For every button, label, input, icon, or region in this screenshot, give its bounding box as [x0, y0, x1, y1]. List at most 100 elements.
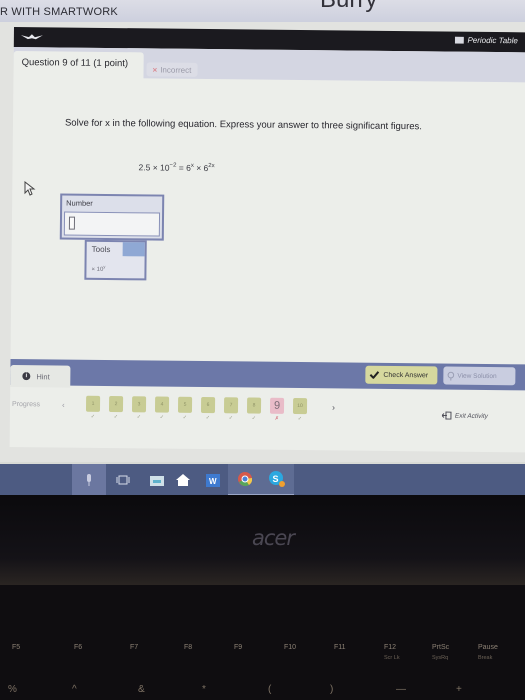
- activity-panel: Question 9 of 11 (1 point) × Incorrect P…: [9, 27, 525, 453]
- eq-exp10: −2: [169, 162, 177, 169]
- taskbar-microphone[interactable]: [72, 464, 106, 495]
- key-label: F8: [184, 644, 193, 651]
- correct-check-icon: ✓: [113, 414, 119, 421]
- page-number: 3: [137, 401, 141, 408]
- page-list: 1 ✓ 2 ✓ 3 ✓ 4 ✓ 5 ✓ 6 ✓ 7 ✓ 8 ✓ 9 ✗ 10 ✓: [85, 395, 308, 422]
- x10-label: × 10: [91, 266, 104, 273]
- text-caret: [68, 216, 76, 230]
- periodic-table-button[interactable]: Periodic Table: [454, 35, 518, 46]
- view-solution-button[interactable]: View Solution: [443, 366, 516, 386]
- lightbulb-icon: [447, 371, 455, 381]
- key-label: F11: [334, 644, 346, 651]
- key-f10: F10: [284, 644, 296, 651]
- key-label: F10: [284, 644, 297, 651]
- page-number: 5: [183, 401, 187, 408]
- file-explorer-icon: [150, 475, 164, 486]
- eq-exp-a: x: [190, 162, 194, 169]
- key-label: F9: [234, 644, 243, 651]
- answer-label: Number: [66, 198, 93, 208]
- incorrect-mark-icon: ✗: [274, 415, 280, 422]
- progress-page-4[interactable]: 4 ✓: [154, 396, 170, 421]
- progress-page-3[interactable]: 3 ✓: [131, 396, 147, 420]
- taskbar-chrome[interactable]: [228, 464, 262, 495]
- question-bar: Question 9 of 11 (1 point) × Incorrect: [13, 46, 525, 83]
- progress-page-10[interactable]: 10 ✓: [292, 397, 308, 422]
- info-icon: i: [22, 372, 31, 381]
- key-label: F6: [74, 644, 83, 651]
- microphone-icon: [87, 474, 91, 486]
- progress-page-8[interactable]: 8 ✓: [246, 397, 262, 422]
- page-number: 6: [206, 402, 210, 409]
- svg-text:S: S: [273, 474, 279, 484]
- hint-label: Hint: [36, 371, 50, 381]
- skype-icon: S: [269, 471, 285, 487]
- hint-button[interactable]: i Hint: [10, 364, 71, 388]
- key-symbol: ): [330, 684, 334, 695]
- next-page-button[interactable]: ›: [332, 402, 335, 412]
- exit-activity-button[interactable]: Exit Activity: [441, 411, 488, 420]
- key-label: Pause: [478, 644, 498, 651]
- eq-times: ×: [152, 162, 158, 173]
- key-symbol: %: [8, 684, 17, 695]
- key-f11: F11: [334, 644, 346, 651]
- check-answer-button[interactable]: Check Answer: [365, 365, 438, 385]
- taskbar-home[interactable]: [166, 464, 200, 495]
- site-header: R WITH SMARTWORK Burry: [0, 0, 525, 22]
- correct-check-icon: ✓: [228, 415, 234, 422]
- taskbar-skype[interactable]: S: [260, 464, 294, 495]
- view-solution-label: View Solution: [457, 372, 497, 380]
- home-icon: [176, 474, 190, 486]
- key-f9: F9: [234, 644, 242, 651]
- windows-taskbar: W S: [0, 464, 525, 495]
- page-heading: Burry: [320, 0, 377, 14]
- equation: 2.5 × 10−2 = 6x × 62x: [138, 162, 214, 173]
- progress-page-7[interactable]: 7 ✓: [223, 397, 239, 421]
- progress-page-1[interactable]: 1 ✓: [85, 395, 101, 420]
- key-f5: F5: [12, 644, 20, 651]
- site-title: R WITH SMARTWORK: [0, 6, 118, 18]
- prev-page-button[interactable]: ‹: [62, 401, 65, 410]
- status-label: Incorrect: [160, 65, 192, 75]
- key-sublabel: Break: [478, 655, 493, 661]
- number-input[interactable]: [63, 211, 161, 237]
- key-f6: F6: [74, 644, 82, 651]
- correct-check-icon: ✓: [205, 415, 211, 422]
- key-symbol: &: [138, 684, 145, 695]
- eq-coefficient: 2.5: [138, 162, 151, 173]
- check-answer-label: Check Answer: [383, 371, 429, 379]
- key-f7: F7: [130, 644, 138, 651]
- progress-label: Progress: [12, 401, 41, 409]
- key-pause: Pause Break: [478, 644, 498, 661]
- progress-page-9[interactable]: 9 ✗: [269, 397, 285, 422]
- progress-page-5[interactable]: 5 ✓: [177, 396, 193, 421]
- mouse-cursor-icon: [24, 181, 36, 196]
- taskbar-word[interactable]: W: [196, 464, 230, 495]
- key-symbol: +: [456, 684, 462, 695]
- correct-check-icon: ✓: [182, 414, 188, 421]
- key-sublabel: SysRq: [432, 655, 449, 661]
- question-header: Question 9 of 11 (1 point): [21, 57, 129, 70]
- page-number: 4: [160, 401, 164, 408]
- chrome-icon: [238, 472, 252, 486]
- tools-label: Tools: [91, 244, 111, 255]
- taskbar-task-view[interactable]: [106, 464, 140, 495]
- correct-check-icon: ✓: [251, 415, 257, 422]
- scientific-notation-button[interactable]: × 10y: [91, 264, 105, 273]
- key-symbol: *: [202, 684, 206, 695]
- progress-nav: Progress ‹ 1 ✓ 2 ✓ 3 ✓ 4 ✓ 5 ✓ 6 ✓ 7 ✓ 8 ✓ 9 ✗ 10 ✓ › Exit …: [10, 393, 525, 438]
- key-label: PrtSc: [432, 644, 450, 651]
- word-icon: W: [206, 473, 220, 487]
- key-label: F7: [130, 644, 139, 651]
- key-symbol: —: [396, 684, 406, 695]
- progress-page-6[interactable]: 6 ✓: [200, 396, 216, 421]
- page-number: 7: [229, 402, 233, 409]
- question-tab[interactable]: Question 9 of 11 (1 point): [13, 50, 144, 81]
- checkmark-icon: [369, 371, 380, 379]
- tools-tab[interactable]: [122, 242, 145, 257]
- exit-icon: [441, 411, 452, 420]
- eq-exp-b: 2x: [208, 163, 215, 170]
- laptop-keyboard: [0, 585, 525, 700]
- progress-page-2[interactable]: 2 ✓: [108, 396, 124, 420]
- periodic-table-label: Periodic Table: [467, 35, 518, 46]
- key-prtsc: PrtSc SysRq: [432, 644, 449, 661]
